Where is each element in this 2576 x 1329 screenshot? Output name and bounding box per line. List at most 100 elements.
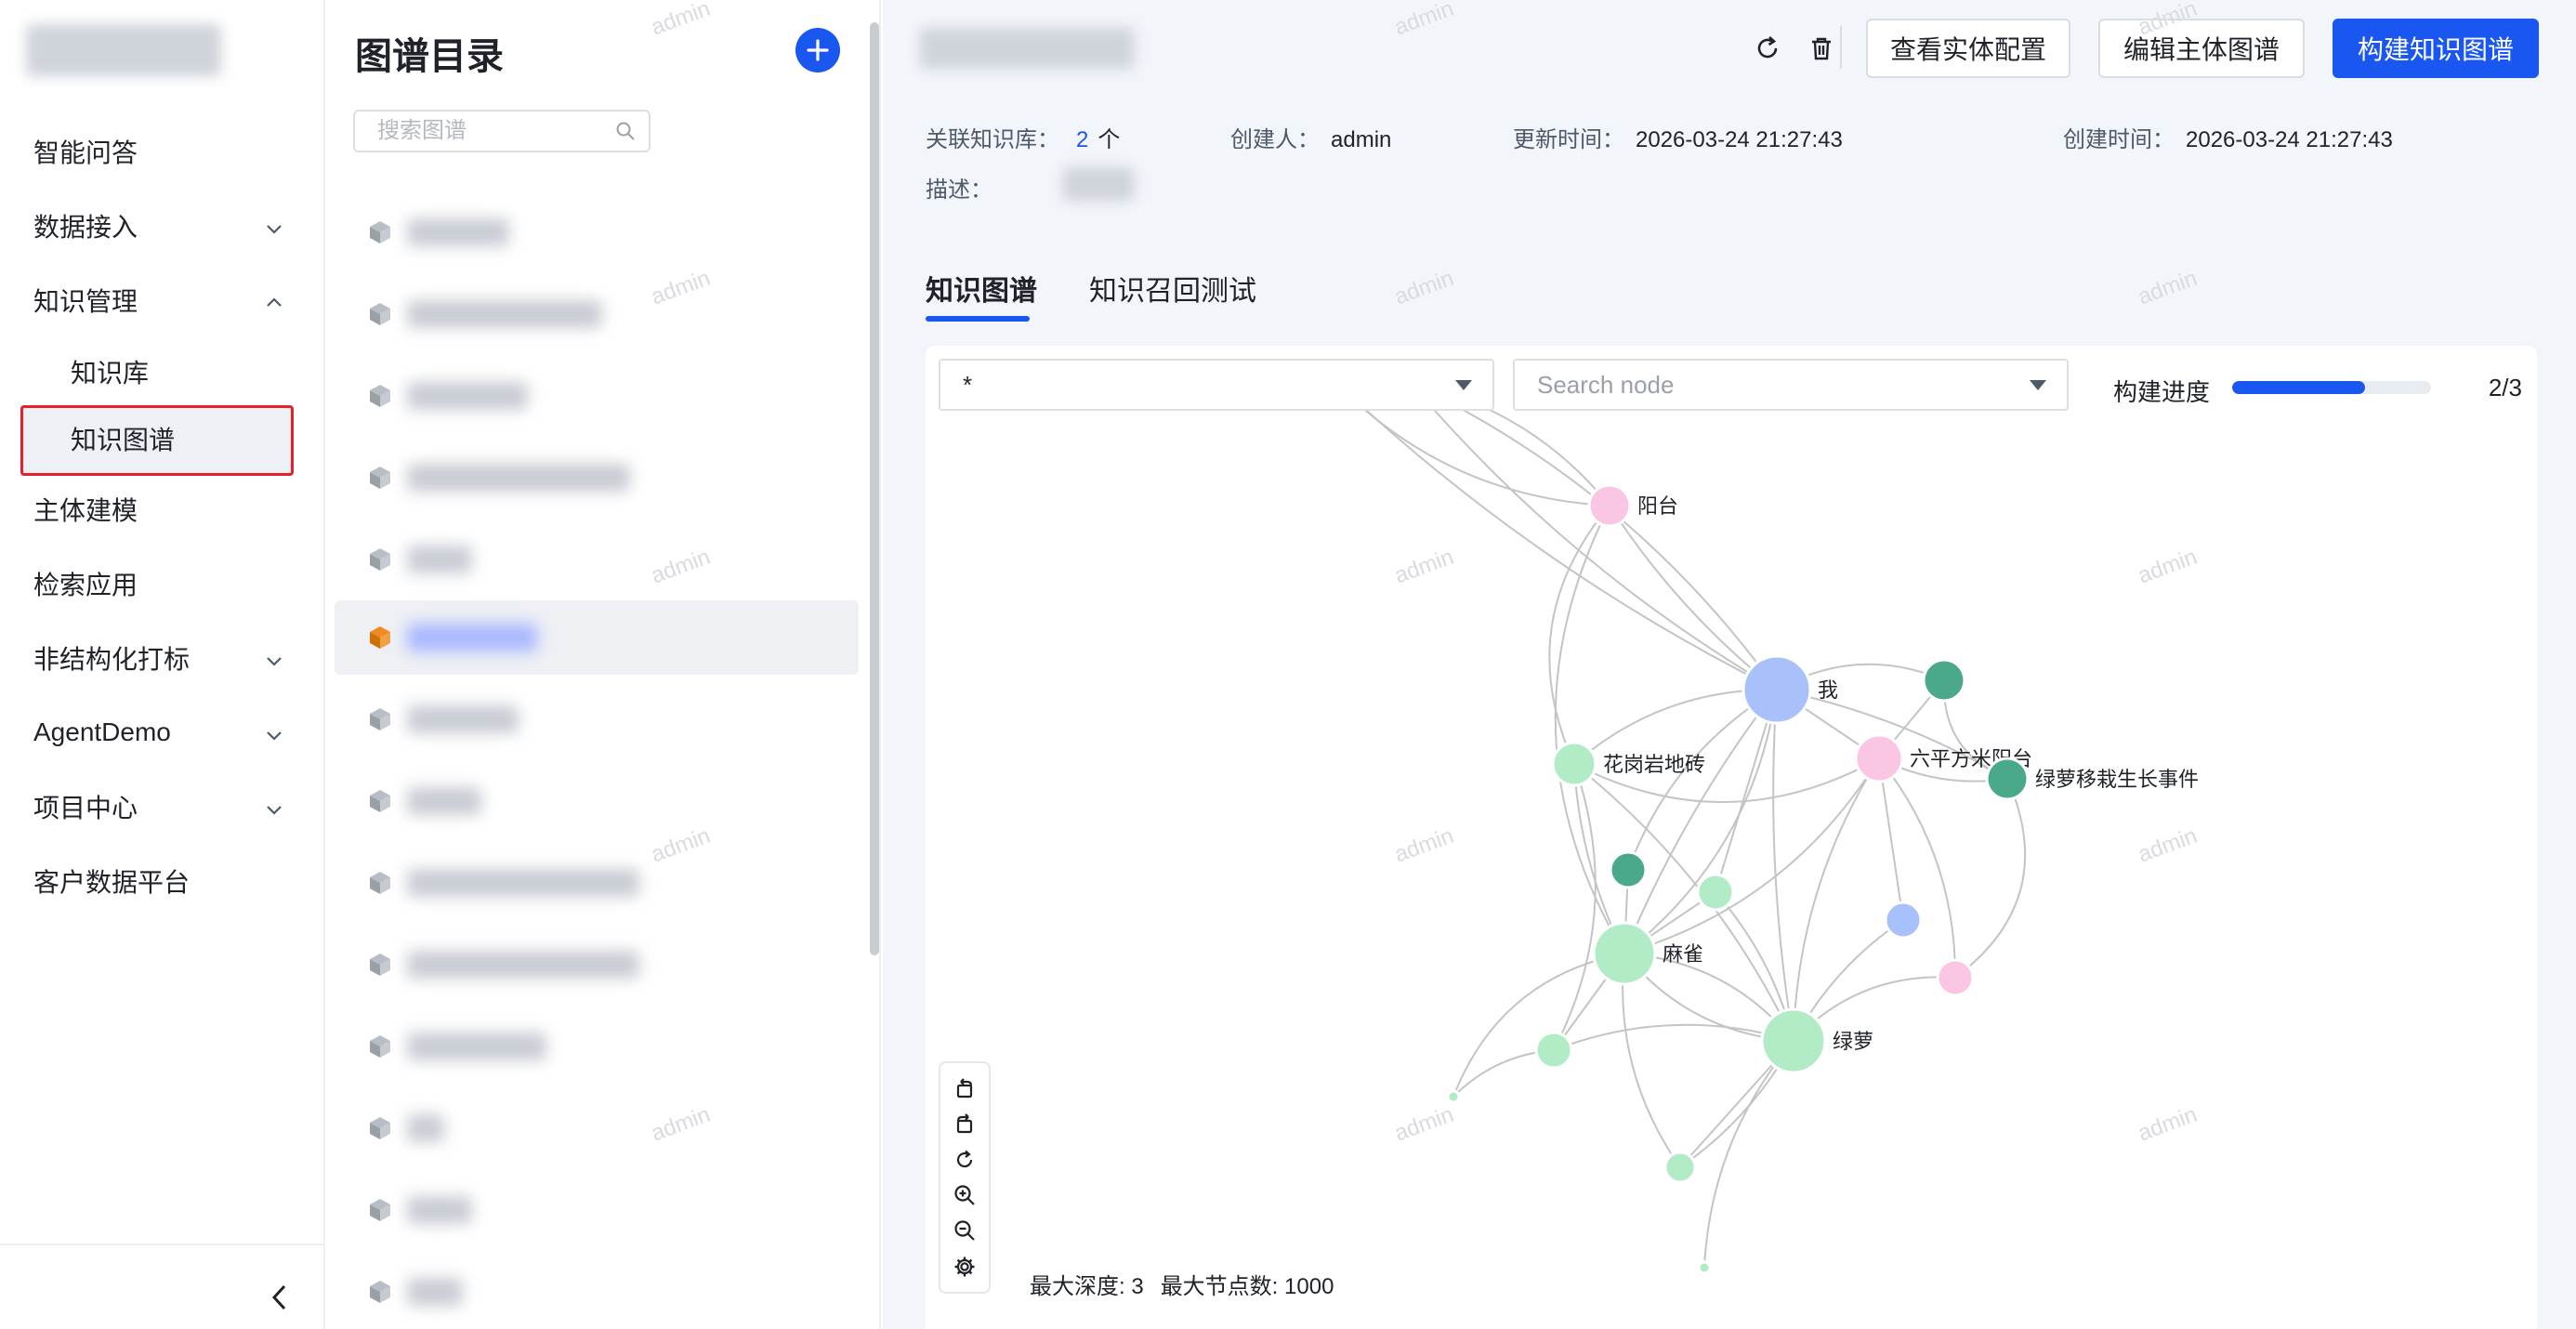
graph-node-circle[interactable]: [1922, 658, 1966, 703]
build-knowledge-graph-button[interactable]: 构建知识图谱: [2333, 19, 2539, 78]
graph-list-item[interactable]: [335, 1173, 859, 1247]
graph-node[interactable]: [1609, 850, 1648, 889]
graph-list-item[interactable]: [335, 277, 859, 351]
cube-icon: [370, 385, 390, 407]
graph-node[interactable]: [1696, 873, 1735, 912]
node-type-select[interactable]: *: [939, 359, 1494, 411]
add-graph-button[interactable]: [795, 28, 840, 72]
graph-node-circle[interactable]: [1592, 921, 1657, 986]
nav-item-projects[interactable]: 项目中心: [33, 779, 284, 835]
nav-item-kg[interactable]: 知识图谱: [71, 411, 284, 467]
graph-node-circle[interactable]: [1741, 654, 1812, 725]
node-search-select[interactable]: Search node: [1513, 359, 2069, 411]
graph-list-item-name: [407, 705, 519, 733]
graph-node[interactable]: 绿萝: [1760, 1007, 1873, 1074]
nav-item-agentdemo[interactable]: AgentDemo: [33, 704, 284, 760]
graph-node-circle[interactable]: [1936, 958, 1975, 997]
graph-list-item[interactable]: [335, 359, 859, 433]
graph-list-item[interactable]: [335, 522, 859, 597]
nav-item-label: 知识库: [71, 359, 150, 388]
collapse-nav-button[interactable]: [266, 1281, 294, 1314]
meta-label: 创建时间：: [2063, 127, 2175, 152]
updated-value: 2026-03-24 21:27:43: [1636, 127, 1843, 152]
meta-label: 创建人：: [1230, 127, 1320, 152]
graph-list-item[interactable]: [335, 1009, 859, 1084]
graph-list-item-name: [407, 382, 528, 410]
zoom-out-button[interactable]: [952, 1217, 978, 1243]
graph-node-circle[interactable]: [1609, 850, 1648, 889]
nav-item-data-ingest[interactable]: 数据接入: [33, 198, 284, 254]
max-nodes-text: 最大节点数: 1000: [1160, 1274, 1334, 1299]
rotate-cw-button[interactable]: [952, 1111, 978, 1137]
graph-settings-button[interactable]: [952, 1254, 978, 1280]
graph-node[interactable]: 我: [1741, 654, 1838, 725]
graph-list-item[interactable]: [335, 1091, 859, 1165]
graph-node-circle[interactable]: [1446, 1089, 1461, 1104]
graph-node-circle[interactable]: [1696, 873, 1735, 912]
graph-node-circle[interactable]: [1534, 1031, 1573, 1070]
graph-node[interactable]: [1534, 1031, 1573, 1070]
graph-list-item[interactable]: [335, 195, 859, 270]
graph-list-item[interactable]: [335, 764, 859, 838]
graph-node[interactable]: [1936, 958, 1975, 997]
graph-list-item[interactable]: [335, 682, 859, 757]
edit-subject-graph-button[interactable]: 编辑主体图谱: [2098, 19, 2305, 78]
caret-down-icon: [2030, 379, 2046, 390]
reset-layout-button[interactable]: [952, 1147, 978, 1173]
nav-item-unstructured-tag[interactable]: 非结构化打标: [33, 630, 284, 686]
nav-item-retrieval[interactable]: 检索应用: [33, 556, 284, 612]
graph-node[interactable]: [1446, 1089, 1461, 1104]
graph-node-circle[interactable]: [1985, 757, 2030, 801]
nav-item-subject-model[interactable]: 主体建模: [33, 481, 284, 537]
graph-directory-panel: 图谱目录: [327, 0, 881, 1329]
graph-search[interactable]: [353, 110, 651, 152]
cube-icon: [370, 1199, 390, 1221]
graph-node-circle[interactable]: [1884, 901, 1923, 940]
meta-updated: 更新时间： 2026-03-24 21:27:43: [1513, 121, 1843, 153]
rotate-ccw-button[interactable]: [952, 1075, 978, 1101]
graph-list-item-name: [407, 1196, 472, 1224]
directory-scrollbar[interactable]: [870, 22, 879, 955]
nav-item-kb[interactable]: 知识库: [71, 344, 284, 400]
nav-item-cdp[interactable]: 客户数据平台: [33, 853, 284, 909]
refresh-button[interactable]: [1751, 32, 1784, 65]
graph-node-circle[interactable]: [1587, 483, 1632, 528]
nav-item-knowledge[interactable]: 知识管理: [33, 272, 284, 328]
graph-node-circle[interactable]: [1697, 1260, 1712, 1275]
rotate-left-icon: [956, 1078, 973, 1099]
graph-node-circle[interactable]: [1663, 1151, 1697, 1184]
cube-icon: [370, 1281, 390, 1303]
graph-list-item[interactable]: [335, 1255, 859, 1329]
linked-kb-count-link[interactable]: 2: [1076, 127, 1088, 152]
graph-search-input[interactable]: [377, 118, 591, 144]
graph-node-label: 麻雀: [1663, 942, 1703, 966]
graph-node[interactable]: 阳台: [1587, 483, 1678, 528]
graph-node-circle[interactable]: [1551, 741, 1597, 787]
graph-node-circle[interactable]: [1854, 733, 1904, 783]
meta-creator: 创建人： admin: [1230, 121, 1391, 153]
graph-list-item[interactable]: [335, 600, 859, 675]
graph-node[interactable]: [1663, 1151, 1697, 1184]
graph-node[interactable]: 花岗岩地砖: [1551, 741, 1705, 787]
graph-node-circle[interactable]: [1760, 1007, 1827, 1074]
graph-list-item[interactable]: [335, 846, 859, 920]
graph-list-item[interactable]: [335, 441, 859, 515]
node-type-value: *: [963, 370, 973, 399]
knowledge-graph-canvas[interactable]: 阳台我六平方米阳台绿萝移栽生长事件花岗岩地砖麻雀绿萝: [926, 346, 2537, 1329]
cube-icon: [370, 303, 390, 325]
graph-node[interactable]: 绿萝移栽生长事件: [1985, 757, 2199, 801]
graph-node[interactable]: [1922, 658, 1966, 703]
graph-list-item[interactable]: [335, 928, 859, 1002]
view-entity-config-button[interactable]: 查看实体配置: [1866, 19, 2070, 78]
tab-knowledge-graph[interactable]: 知识图谱: [926, 268, 1037, 309]
nav-item-label: 知识管理: [33, 287, 138, 316]
tab-recall-test[interactable]: 知识召回测试: [1089, 268, 1256, 309]
nav-item-qa[interactable]: 智能问答: [33, 124, 284, 179]
graph-list-item-name: [407, 1278, 463, 1306]
cube-icon: [370, 790, 390, 812]
graph-node[interactable]: [1884, 901, 1923, 940]
delete-button[interactable]: [1805, 32, 1838, 65]
caret-down-icon: [1455, 379, 1472, 390]
graph-node[interactable]: [1697, 1260, 1712, 1275]
zoom-in-button[interactable]: [952, 1182, 978, 1208]
